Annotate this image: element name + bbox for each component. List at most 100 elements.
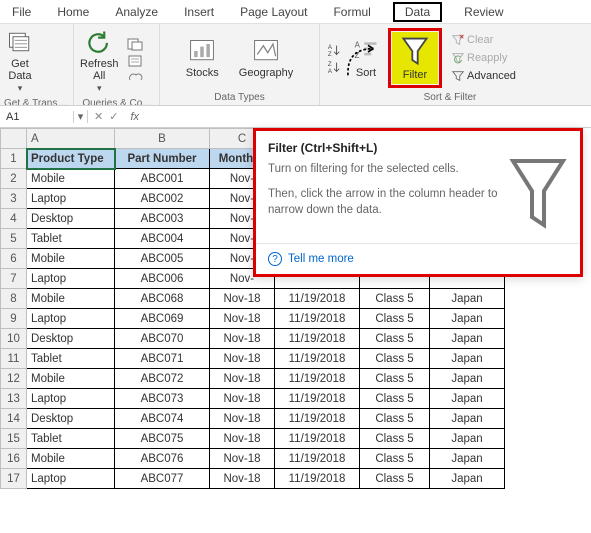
cell[interactable]: Mobile [27,369,115,389]
cell[interactable]: Laptop [27,469,115,489]
refresh-all-button[interactable]: Refresh All ▾ [78,26,121,96]
tab-page-layout[interactable]: Page Layout [236,3,311,21]
row-header-4[interactable]: 4 [1,209,27,229]
cell[interactable]: ABC069 [115,309,210,329]
cell[interactable]: Japan [430,409,505,429]
queries-icon[interactable] [127,38,143,52]
cell[interactable]: Class 5 [360,349,430,369]
cell[interactable]: ABC071 [115,349,210,369]
row-header-12[interactable]: 12 [1,369,27,389]
cell[interactable]: 11/19/2018 [275,349,360,369]
cell[interactable]: ABC075 [115,429,210,449]
row-header-9[interactable]: 9 [1,309,27,329]
cell[interactable]: Desktop [27,409,115,429]
row-header-5[interactable]: 5 [1,229,27,249]
cell[interactable]: 11/19/2018 [275,469,360,489]
row-header-14[interactable]: 14 [1,409,27,429]
cell[interactable]: ABC004 [115,229,210,249]
cell[interactable]: Mobile [27,249,115,269]
row-header-6[interactable]: 6 [1,249,27,269]
header-cell[interactable]: Part Number [115,149,210,169]
cell[interactable]: Japan [430,369,505,389]
cell[interactable]: Class 5 [360,469,430,489]
get-data-button[interactable]: Get Data ▾ [4,26,36,96]
cell[interactable]: Nov-18 [210,369,275,389]
cell[interactable]: Class 5 [360,389,430,409]
cell[interactable]: Class 5 [360,289,430,309]
col-header-A[interactable]: A [27,129,115,149]
cell[interactable]: 11/19/2018 [275,429,360,449]
cell[interactable]: 11/19/2018 [275,309,360,329]
tab-file[interactable]: File [8,3,35,21]
cell[interactable]: Class 5 [360,369,430,389]
cell[interactable]: ABC001 [115,169,210,189]
geography-button[interactable]: Geography [237,35,295,81]
cell[interactable]: Mobile [27,169,115,189]
row-header-17[interactable]: 17 [1,469,27,489]
edit-links-icon[interactable] [127,70,143,84]
clear-filter-button[interactable]: Clear [448,32,519,48]
cell[interactable]: Nov-18 [210,329,275,349]
row-header-2[interactable]: 2 [1,169,27,189]
cell[interactable]: Tablet [27,429,115,449]
cell[interactable]: ABC002 [115,189,210,209]
cell[interactable]: Nov-18 [210,449,275,469]
properties-icon[interactable] [127,54,143,68]
cell[interactable]: 11/19/2018 [275,369,360,389]
row-header-3[interactable]: 3 [1,189,27,209]
tab-home[interactable]: Home [53,3,93,21]
cell[interactable]: ABC076 [115,449,210,469]
cell[interactable]: Laptop [27,309,115,329]
cell[interactable]: Nov-18 [210,389,275,409]
tab-review[interactable]: Review [460,3,507,21]
cell[interactable]: Class 5 [360,429,430,449]
row-header-8[interactable]: 8 [1,289,27,309]
reapply-button[interactable]: Reapply [448,50,519,66]
header-cell[interactable]: Product Type [27,149,115,169]
enter-formula-icon[interactable]: ✓ [109,110,118,123]
sort-az-button[interactable]: AZ [324,42,344,58]
cell[interactable]: Class 5 [360,309,430,329]
row-header-13[interactable]: 13 [1,389,27,409]
cell[interactable]: 11/19/2018 [275,449,360,469]
tab-data[interactable]: Data [393,2,442,22]
cell[interactable]: ABC077 [115,469,210,489]
cell[interactable]: Japan [430,329,505,349]
row-header-7[interactable]: 7 [1,269,27,289]
cell[interactable]: Nov-18 [210,349,275,369]
cell[interactable]: Japan [430,449,505,469]
tab-formulas[interactable]: Formul [329,3,374,21]
cell[interactable]: Desktop [27,209,115,229]
cell[interactable]: Class 5 [360,449,430,469]
tab-analyze[interactable]: Analyze [111,3,162,21]
cell[interactable]: ABC073 [115,389,210,409]
cell[interactable]: 11/19/2018 [275,389,360,409]
cell[interactable]: Class 5 [360,329,430,349]
cell[interactable]: ABC005 [115,249,210,269]
cell[interactable]: Tablet [27,349,115,369]
cell[interactable]: Laptop [27,389,115,409]
stocks-button[interactable]: Stocks [184,35,221,81]
cell[interactable]: Desktop [27,329,115,349]
cell[interactable]: Japan [430,429,505,449]
tab-insert[interactable]: Insert [180,3,218,21]
row-header-15[interactable]: 15 [1,429,27,449]
select-all-cell[interactable] [1,129,27,149]
cell[interactable]: ABC068 [115,289,210,309]
filter-button[interactable]: Filter [392,32,438,84]
cell[interactable]: Nov-18 [210,409,275,429]
tell-me-more-link[interactable]: ? Tell me more [268,252,568,266]
name-box[interactable]: A1 [0,111,74,123]
fx-icon[interactable]: fx [124,111,145,123]
cell[interactable]: Laptop [27,189,115,209]
cell[interactable]: Japan [430,309,505,329]
cell[interactable]: Mobile [27,449,115,469]
cell[interactable]: Japan [430,289,505,309]
cell[interactable]: Nov-18 [210,469,275,489]
cell[interactable]: 11/19/2018 [275,329,360,349]
cell[interactable]: Mobile [27,289,115,309]
cell[interactable]: ABC074 [115,409,210,429]
cell[interactable]: Japan [430,349,505,369]
cancel-formula-icon[interactable]: ✕ [94,110,103,123]
row-header-10[interactable]: 10 [1,329,27,349]
